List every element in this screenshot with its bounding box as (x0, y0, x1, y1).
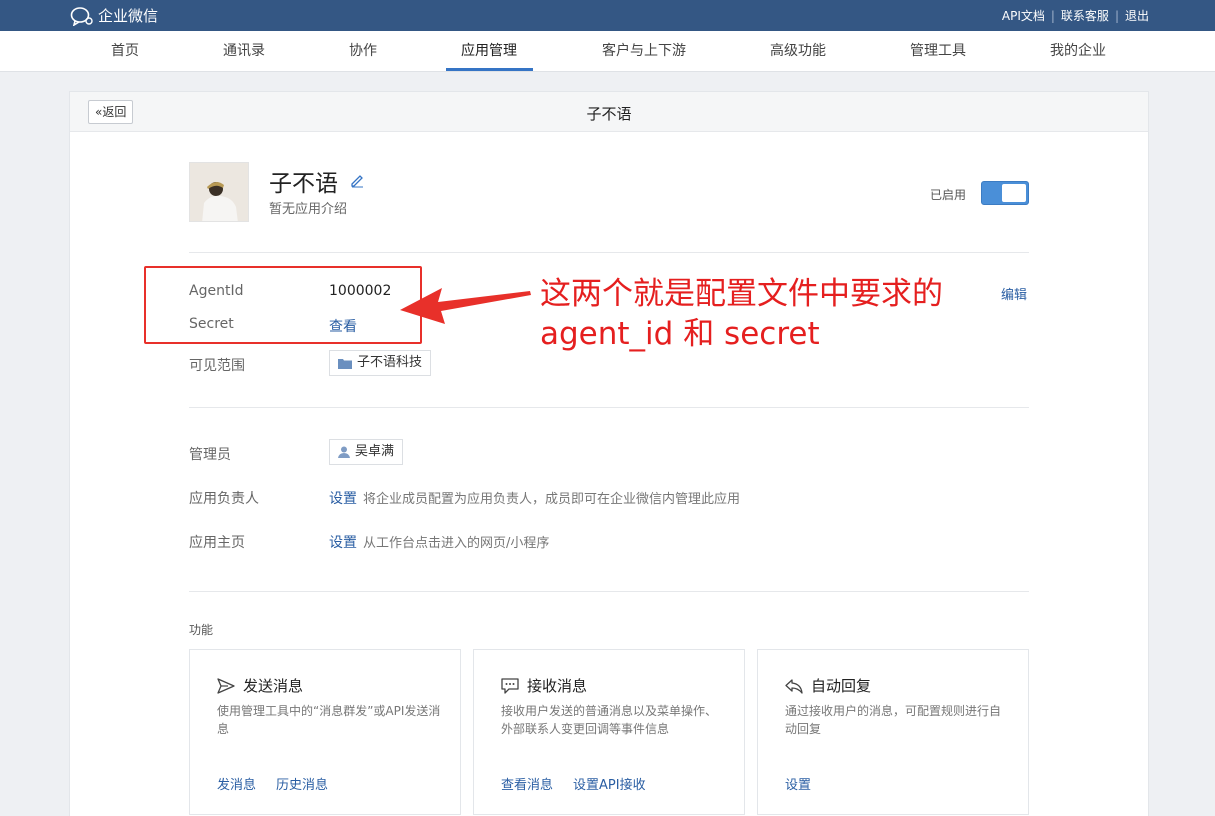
main-nav: 首页 通讯录 协作 应用管理 客户与上下游 高级功能 管理工具 我的企业 (0, 31, 1215, 72)
app-detail-card: 子不语 «返回 子不语 暂无应用介绍 已启用 AgentId 1000002 S… (69, 91, 1149, 816)
feature-title: 自动回复 (785, 675, 871, 696)
owner-row: 设置 将企业成员配置为应用负责人，成员即可在企业微信内管理此应用 (329, 488, 740, 508)
status-label: 已启用 (930, 188, 967, 202)
toggle-knob (1002, 184, 1026, 202)
admin-label: 管理员 (189, 447, 231, 463)
feature-description: 接收用户发送的普通消息以及菜单操作、外部联系人变更回调等事件信息 (501, 704, 718, 736)
feature-title-text: 自动回复 (811, 677, 872, 695)
page-title: 子不语 (586, 105, 632, 123)
feature-card-auto-reply: 自动回复 通过接收用户的消息，可配置规则进行自动回复 设置 (757, 649, 1029, 815)
scope-value: 子不语科技 (357, 355, 423, 370)
nav-item-collaboration[interactable]: 协作 (349, 31, 377, 71)
divider (189, 591, 1029, 592)
reply-icon (785, 678, 803, 694)
logo-text: 企业微信 (98, 7, 159, 25)
feature-links: 设置 (785, 774, 811, 793)
view-messages-link[interactable]: 查看消息 (501, 774, 553, 793)
annotation-line-1: 这两个就是配置文件中要求的 (540, 276, 943, 312)
feature-title-text: 发送消息 (243, 677, 304, 695)
back-button[interactable]: «返回 (88, 100, 134, 124)
nav-item-home[interactable]: 首页 (111, 31, 139, 71)
app-name: 子不语 (269, 171, 338, 197)
annotation-line-2: agent_id 和 secret (540, 316, 820, 352)
scope-tag[interactable]: 子不语科技 (329, 350, 432, 376)
send-icon (217, 677, 235, 694)
edit-link[interactable]: 编辑 (1001, 284, 1027, 303)
feature-title: 发送消息 (217, 675, 303, 696)
card-header: 子不语 «返回 (70, 92, 1148, 132)
api-docs-link[interactable]: API文档 (1002, 7, 1045, 24)
back-button-label: 返回 (102, 105, 127, 119)
app-avatar[interactable] (189, 162, 249, 222)
wecom-logo-icon (70, 6, 93, 26)
nav-item-management-tools[interactable]: 管理工具 (910, 31, 966, 71)
homepage-label: 应用主页 (189, 535, 245, 551)
active-tab-underline (446, 68, 533, 71)
owner-label: 应用负责人 (189, 491, 259, 507)
send-message-link[interactable]: 发消息 (217, 774, 256, 793)
admin-value: 吴卓满 (355, 444, 395, 459)
top-links: API文档 | 联系客服 | 退出 (1002, 7, 1149, 24)
app-intro: 暂无应用介绍 (269, 202, 348, 217)
feature-description: 通过接收用户的消息，可配置规则进行自动回复 (785, 704, 1002, 736)
feature-title: 接收消息 (501, 675, 587, 696)
annotation-arrow-icon (400, 288, 531, 324)
nav-item-advanced[interactable]: 高级功能 (770, 31, 826, 71)
pencil-icon[interactable] (349, 172, 365, 188)
feature-card-receive-message: 接收消息 接收用户发送的普通消息以及菜单操作、外部联系人变更回调等事件信息 查看… (473, 649, 745, 815)
feature-links: 查看消息 设置API接收 (501, 774, 646, 793)
feature-card-send-message: 发送消息 使用管理工具中的“消息群发”或API发送消息 发消息 历史消息 (189, 649, 461, 815)
feature-links: 发消息 历史消息 (217, 774, 328, 793)
folder-icon (338, 359, 352, 369)
nav-item-contacts[interactable]: 通讯录 (223, 31, 265, 71)
nav-item-my-enterprise[interactable]: 我的企业 (1050, 31, 1106, 71)
contact-support-link[interactable]: 联系客服 (1061, 7, 1109, 24)
features-section-label: 功能 (189, 623, 214, 637)
homepage-setting-link[interactable]: 设置 (329, 535, 357, 551)
nav-item-customers[interactable]: 客户与上下游 (602, 31, 686, 71)
app-avatar-image (190, 163, 248, 221)
feature-title-text: 接收消息 (527, 677, 588, 695)
divider (189, 407, 1029, 408)
owner-setting-link[interactable]: 设置 (329, 491, 357, 507)
divider (189, 252, 1029, 253)
visible-scope-label: 可见范围 (189, 358, 245, 374)
annotation-highlight-box (144, 266, 422, 344)
message-history-link[interactable]: 历史消息 (276, 774, 328, 793)
admin-tag[interactable]: 吴卓满 (329, 439, 404, 465)
separator: | (1050, 8, 1055, 23)
logo[interactable]: 企业微信 (70, 5, 158, 26)
top-bar: 企业微信 API文档 | 联系客服 | 退出 (0, 0, 1215, 31)
nav-item-app-management[interactable]: 应用管理 (461, 31, 517, 71)
enable-toggle[interactable] (981, 181, 1029, 205)
feature-description: 使用管理工具中的“消息群发”或API发送消息 (217, 704, 441, 736)
homepage-hint: 从工作台点击进入的网页/小程序 (363, 536, 550, 551)
setup-api-receive-link[interactable]: 设置API接收 (573, 774, 646, 793)
separator: | (1114, 8, 1119, 23)
owner-hint: 将企业成员配置为应用负责人，成员即可在企业微信内管理此应用 (363, 492, 741, 507)
auto-reply-setting-link[interactable]: 设置 (785, 774, 811, 793)
chat-bubble-icon (501, 677, 519, 694)
person-icon (338, 446, 350, 458)
homepage-row: 设置 从工作台点击进入的网页/小程序 (329, 532, 549, 552)
logout-link[interactable]: 退出 (1125, 7, 1149, 24)
